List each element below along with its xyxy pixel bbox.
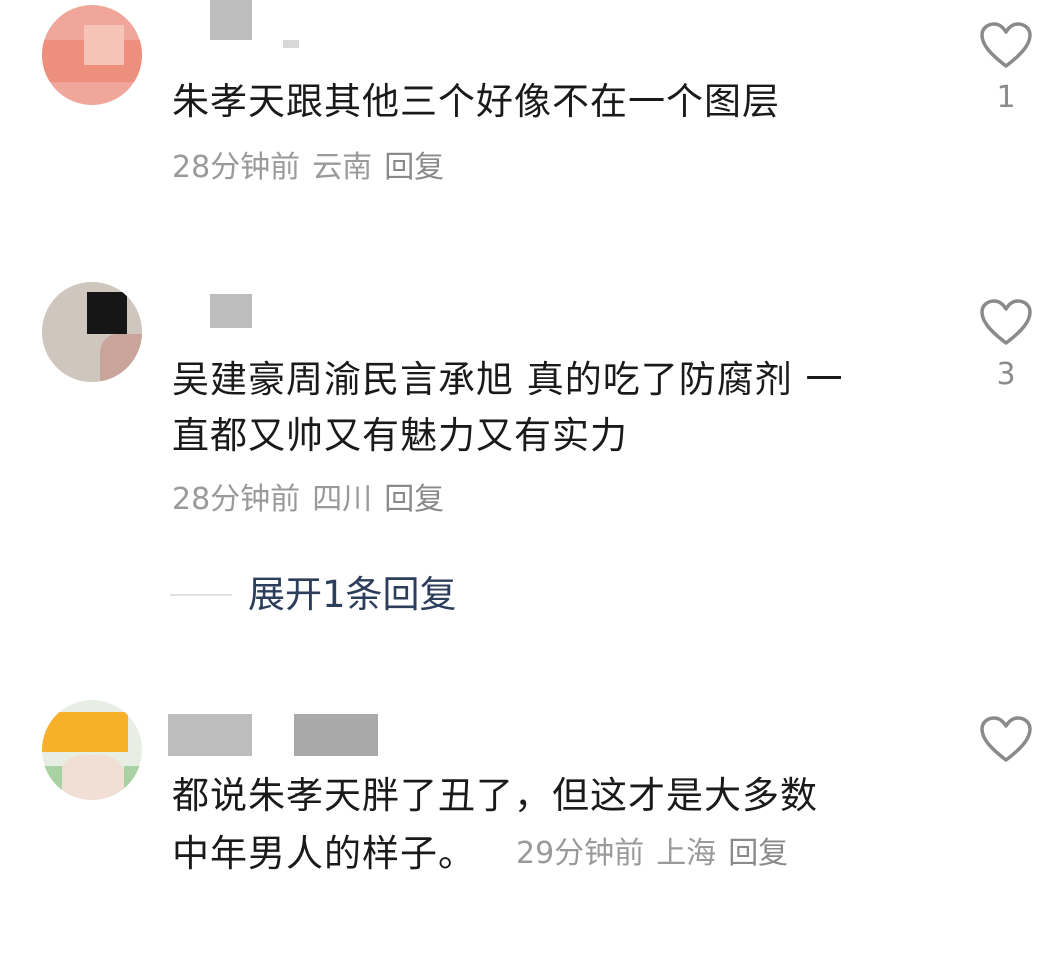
comment-text-line: 直都又帅又有魅力又有实力 — [172, 414, 628, 457]
comment-time: 28分钟前 — [172, 150, 301, 185]
comment-meta: 28分钟前 云南 回复 — [172, 148, 456, 188]
like-count: 1 — [996, 80, 1016, 115]
comment-text-line: 中年男人的样子。 — [172, 832, 476, 875]
comment-meta: 29分钟前 上海 回复 — [516, 834, 800, 874]
reply-button[interactable]: 回复 — [384, 150, 444, 185]
like-button[interactable]: 1 — [978, 22, 1034, 116]
heart-outline-icon — [980, 716, 1032, 762]
expand-divider — [170, 594, 232, 596]
reply-button[interactable]: 回复 — [384, 482, 444, 517]
avatar[interactable] — [42, 700, 142, 800]
username-redacted — [283, 40, 299, 48]
username-redacted — [168, 714, 252, 756]
comment-time: 28分钟前 — [172, 482, 301, 517]
avatar[interactable] — [42, 5, 142, 105]
comment-text: 朱孝天跟其他三个好像不在一个图层 — [172, 74, 780, 130]
expand-replies-button[interactable]: 展开1条回复 — [170, 571, 457, 619]
comment-text-line: 都说朱孝天胖了丑了，但这才是大多数 — [172, 774, 818, 817]
username-redacted — [210, 294, 252, 328]
comment-text-line: 吴建豪周渝民言承旭 真的吃了防腐剂 一 — [172, 358, 844, 401]
comment-meta: 28分钟前 四川 回复 — [172, 480, 456, 520]
heart-outline-icon — [980, 299, 1032, 345]
comment-text: 都说朱孝天胖了丑了，但这才是大多数 — [172, 768, 818, 824]
avatar[interactable] — [42, 282, 142, 382]
reply-button[interactable]: 回复 — [728, 836, 788, 871]
comment-text: 吴建豪周渝民言承旭 真的吃了防腐剂 一 直都又帅又有魅力又有实力 — [172, 352, 844, 464]
heart-outline-icon — [980, 22, 1032, 68]
comment-location: 上海 — [656, 836, 717, 871]
comment-time: 29分钟前 — [516, 836, 645, 871]
like-button[interactable] — [978, 716, 1034, 774]
comment-location: 四川 — [312, 482, 373, 517]
like-count: 3 — [996, 357, 1016, 392]
comment-location: 云南 — [312, 150, 373, 185]
expand-replies-label: 展开1条回复 — [248, 573, 457, 616]
like-button[interactable]: 3 — [978, 299, 1034, 393]
comment-text-line: 朱孝天跟其他三个好像不在一个图层 — [172, 80, 780, 123]
username-redacted — [210, 0, 252, 40]
comment-text: 中年男人的样子。 — [172, 826, 476, 882]
username-redacted — [294, 714, 378, 756]
